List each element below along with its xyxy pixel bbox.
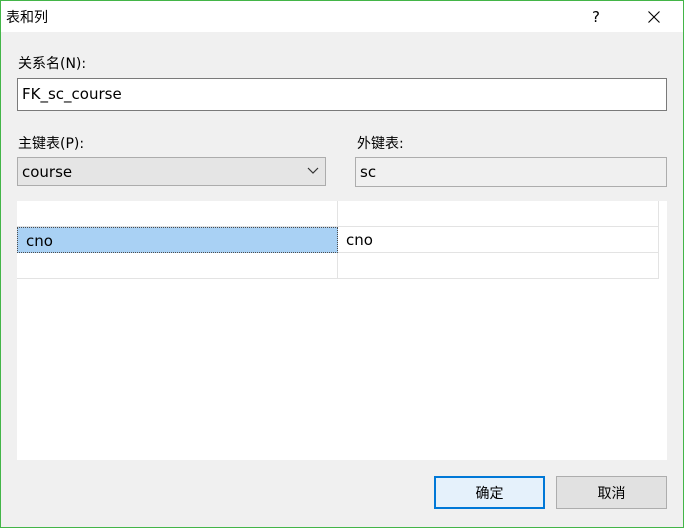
foreign-table-field: sc [355, 157, 667, 187]
primary-table-label: 主键表(P): [18, 136, 85, 152]
close-icon [648, 10, 660, 23]
primary-column-cell[interactable]: cno [17, 227, 338, 253]
relation-name-input[interactable]: FK_sc_course [17, 78, 667, 111]
relation-name-label: 关系名(N): [18, 56, 87, 72]
chevron-down-icon [307, 167, 319, 174]
foreign-table-label: 外键表: [357, 136, 404, 152]
foreign-column-cell[interactable]: cno [338, 227, 659, 253]
close-button[interactable] [631, 1, 677, 32]
cancel-button[interactable]: 取消 [556, 476, 667, 509]
dialog-window: 表和列 ? 关系名(N): FK_sc_course 主键表(P): cours… [0, 0, 684, 528]
table-row[interactable] [17, 253, 659, 279]
primary-table-select[interactable]: course [17, 157, 326, 186]
foreign-column-cell[interactable] [338, 201, 659, 227]
ok-button[interactable]: 确定 [434, 476, 545, 509]
primary-table-value: course [22, 163, 73, 181]
help-button[interactable]: ? [573, 1, 619, 32]
table-row[interactable]: cno cno [17, 227, 659, 253]
title-bar: 表和列 ? [1, 1, 683, 32]
primary-column-cell[interactable] [17, 201, 338, 227]
foreign-column-cell[interactable] [338, 253, 659, 279]
window-title: 表和列 [6, 10, 48, 26]
table-row[interactable] [17, 201, 659, 227]
primary-column-cell[interactable] [17, 253, 338, 279]
column-mapping-grid: cno cno [17, 201, 667, 460]
help-icon: ? [592, 7, 600, 26]
